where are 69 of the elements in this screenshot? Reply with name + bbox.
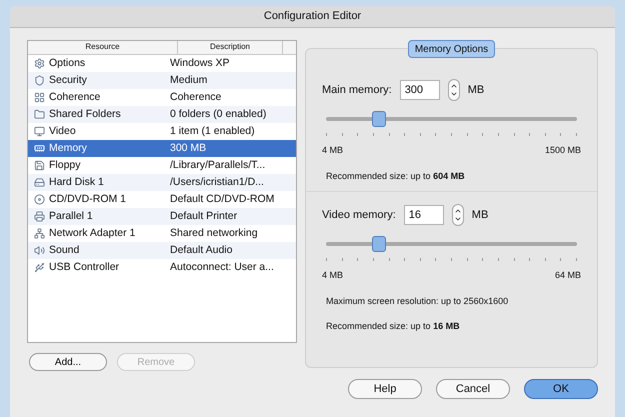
speaker-icon: [34, 245, 45, 256]
resource-description: Medium: [170, 72, 208, 88]
resource-description: /Users/icristian1/D...: [170, 174, 264, 190]
resource-name: Video: [49, 124, 76, 139]
resource-description: 300 MB: [170, 140, 206, 156]
slider[interactable]: [326, 236, 577, 252]
resource-name: Sound: [49, 242, 80, 258]
column-header[interactable]: Description: [178, 41, 283, 54]
resource-name: Parallel 1: [49, 208, 93, 224]
window-title: Configuration Editor: [264, 9, 362, 24]
slider-thumb[interactable]: [372, 111, 386, 127]
table-row[interactable]: Hard Disk 1 /Users/icristian1/D...: [28, 174, 296, 191]
info-text: Recommended size: up to 604 MB: [326, 170, 466, 183]
resource-name: Coherence: [49, 90, 100, 105]
monitor-icon: [34, 126, 45, 137]
resource-description: /Library/Parallels/T...: [170, 158, 266, 173]
dialog-button[interactable]: OK: [524, 379, 598, 399]
resource-name: CD/DVD-ROM 1: [49, 192, 126, 207]
slider[interactable]: [326, 111, 577, 127]
resource-description: Default Audio: [170, 242, 232, 258]
max-label: 1500 MB: [544, 144, 581, 157]
table-row[interactable]: Sound Default Audio: [28, 242, 296, 259]
grid-icon: [34, 92, 45, 103]
table-row[interactable]: Parallel 1 Default Printer: [28, 208, 296, 225]
list-button[interactable]: Add...: [29, 353, 107, 371]
resource-name: Hard Disk 1: [49, 174, 104, 190]
table-row[interactable]: Security Medium: [28, 72, 296, 89]
printer-icon: [34, 211, 45, 222]
resource-name: Shared Folders: [49, 106, 121, 122]
slider-thumb[interactable]: [372, 236, 386, 252]
max-label: 64 MB: [554, 269, 581, 282]
resource-name: Options: [49, 56, 86, 71]
resource-name: Network Adapter 1: [49, 226, 136, 241]
hard-drive-icon: [34, 177, 45, 188]
table-row[interactable]: Memory 300 MB: [28, 140, 296, 157]
gear-icon: [34, 58, 45, 69]
dialog-button[interactable]: Cancel: [436, 379, 510, 399]
resource-description: Default CD/DVD-ROM: [170, 192, 274, 207]
min-label: 4 MB: [322, 269, 344, 282]
info-text: Recommended size: up to 16 MB: [326, 320, 461, 333]
folder-icon: [34, 109, 45, 120]
resource-name: Floppy: [49, 158, 81, 173]
unit-label: MB: [468, 82, 484, 98]
memory-field[interactable]: 16: [404, 205, 444, 225]
field-label: Main memory:: [322, 82, 392, 98]
panel-tab[interactable]: Memory Options: [408, 40, 496, 58]
shield-icon: [34, 75, 45, 86]
resource-description: Default Printer: [170, 208, 238, 224]
resource-description: 0 folders (0 enabled): [170, 106, 266, 122]
unit-label: MB: [472, 208, 488, 223]
info-text: Maximum screen resolution: up to 2560x1600: [326, 294, 510, 308]
resource-name: USB Controller: [49, 260, 120, 275]
resource-description: Coherence: [170, 90, 222, 105]
memory-field[interactable]: 300: [400, 80, 440, 100]
resource-description: Shared networking: [170, 226, 258, 241]
field-label: Video memory:: [322, 208, 396, 223]
network-icon: [34, 228, 45, 239]
usb-icon: [34, 262, 45, 273]
min-label: 4 MB: [322, 144, 344, 157]
resource-name: Memory: [49, 140, 87, 156]
resource-description: Windows XP: [170, 56, 230, 71]
column-header[interactable]: Resource: [28, 41, 178, 54]
table-row[interactable]: Shared Folders 0 folders (0 enabled): [28, 106, 296, 123]
resource-description: 1 item (1 enabled): [170, 124, 255, 139]
memory-chip-icon: [34, 143, 45, 154]
resource-name: Security: [49, 72, 87, 88]
resource-description: Autoconnect: User a...: [170, 260, 274, 275]
disc-icon: [34, 194, 45, 205]
dialog-button[interactable]: Help: [348, 379, 422, 399]
